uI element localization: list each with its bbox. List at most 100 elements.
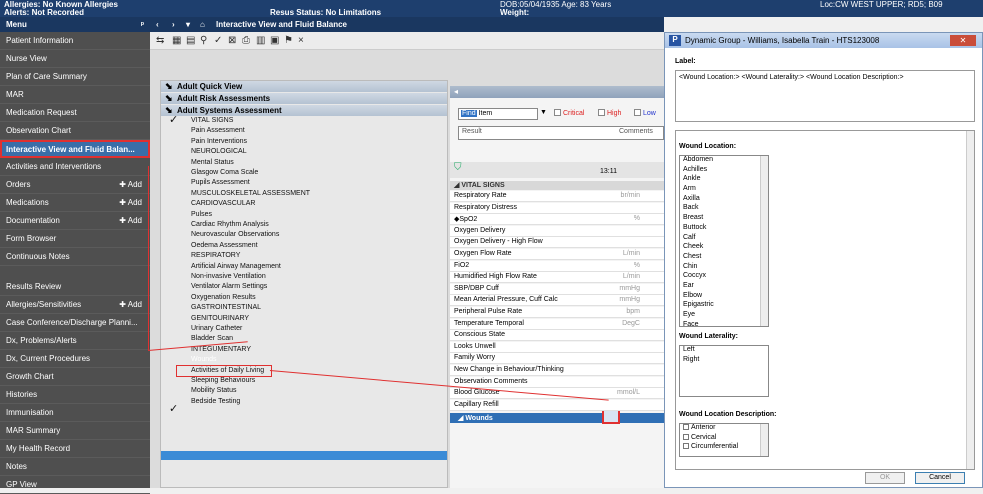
tree-item[interactable]: VITAL SIGNS	[191, 117, 233, 124]
list-option[interactable]: Abdomen	[680, 156, 768, 166]
vital-row[interactable]: Peripheral Pulse Rate bpm	[450, 307, 664, 318]
vital-row[interactable]: Temperature Temporal DegC	[450, 318, 664, 330]
table-icon[interactable]: ▤	[186, 35, 195, 46]
vital-row[interactable]: SBP/DBP Cuff mmHg	[450, 283, 664, 295]
list-option[interactable]: Left	[680, 346, 768, 356]
sidebar-item[interactable]: Dx, Problems/Alerts	[0, 332, 150, 350]
check-icon[interactable]: ✓	[214, 35, 222, 46]
tree-item[interactable]: Pulses	[191, 211, 212, 218]
wounds-row[interactable]: ◢ Wounds	[450, 413, 664, 423]
tree-item[interactable]: Pain Assessment	[191, 127, 245, 134]
sidebar-item[interactable]: My Health Record	[0, 440, 150, 458]
tree-item[interactable]: Pain Interventions	[191, 138, 247, 145]
checkbox[interactable]	[683, 443, 689, 450]
tree-item[interactable]: CARDIOVASCULAR	[191, 200, 255, 207]
band-quick-view[interactable]: ⬊ Adult Quick View	[161, 81, 447, 92]
list-scrollbar[interactable]	[760, 156, 768, 326]
sidebar-item[interactable]: Patient Information	[0, 32, 150, 50]
list-option[interactable]: Buttock	[680, 224, 768, 234]
tree-item[interactable]: Pupils Assessment	[191, 179, 250, 186]
list-option[interactable]: Eye	[680, 311, 768, 321]
tree-item[interactable]: GASTROINTESTINAL	[191, 304, 261, 311]
find-item-input[interactable]: Find Item	[458, 108, 538, 120]
grid-icon[interactable]: ▦	[172, 35, 181, 46]
cancel-button[interactable]: Cancel	[915, 472, 965, 484]
band-risk[interactable]: ⬊ Adult Risk Assessments	[161, 93, 447, 104]
sidebar-item[interactable]: Plan of Care Summary	[0, 68, 150, 86]
tree-item[interactable]: GENITOURINARY	[191, 315, 249, 322]
vital-row[interactable]: Oxygen Delivery - High Flow	[450, 237, 664, 249]
add-button[interactable]: ✚ Add	[119, 180, 142, 189]
tree-item[interactable]: Sleeping Behaviours	[191, 377, 255, 384]
sidebar-item[interactable]: Histories	[0, 386, 150, 404]
vital-row[interactable]: Respiratory Distress	[450, 202, 664, 214]
list-option[interactable]: Axilla	[680, 195, 768, 205]
ok-button[interactable]: OK	[865, 472, 905, 484]
tree-item[interactable]: Neurovascular Observations	[191, 231, 279, 238]
sidebar-item[interactable]: Nurse View	[0, 50, 150, 68]
sidebar-item[interactable]: Notes	[0, 458, 150, 476]
critical-filter[interactable]: Critical	[554, 109, 584, 117]
vital-row[interactable]: Looks Unwell	[450, 341, 664, 353]
vital-row[interactable]: FiO2%	[450, 260, 664, 272]
checkbox[interactable]	[683, 424, 689, 430]
view-icon[interactable]: ▣	[270, 35, 279, 46]
sidebar-item[interactable]: Dx, Current Procedures	[0, 350, 150, 368]
vital-row[interactable]: Family Worry	[450, 353, 664, 365]
tree-item[interactable]: Cardiac Rhythm Analysis	[191, 221, 269, 228]
wound-location-list[interactable]: Abdomen Achilles Ankle Arm Axilla Back Breast B…	[679, 155, 769, 327]
sidebar-item[interactable]: Results Review	[0, 278, 150, 296]
arrange-icon[interactable]: ⇆	[156, 35, 164, 46]
sidebar-item[interactable]: Immunisation	[0, 404, 150, 422]
sidebar-item[interactable]: Growth Chart	[0, 368, 150, 386]
list-option[interactable]: Back	[680, 204, 768, 214]
vital-row[interactable]: Oxygen Flow Rate L/min	[450, 249, 664, 260]
high-filter[interactable]: High	[598, 109, 621, 117]
tree-item[interactable]: Bladder Scan	[191, 335, 233, 342]
list-option[interactable]: Coccyx	[680, 272, 768, 282]
vital-row[interactable]: Respiratory Rate br/min	[450, 191, 664, 202]
sidebar-item[interactable]: Allergies/Sensitivities ✚ Add	[0, 296, 150, 314]
sidebar-item[interactable]: MAR	[0, 86, 150, 104]
checkbox[interactable]	[683, 433, 689, 440]
add-button[interactable]: ✚ Add	[119, 300, 142, 309]
list-option[interactable]: Anterior	[680, 424, 768, 434]
tree-item[interactable]: Ventilator Alarm Settings	[191, 283, 267, 290]
tree-item[interactable]: Glasgow Coma Scale	[191, 169, 258, 176]
vital-row[interactable]: Observation Comments	[450, 376, 664, 388]
vital-row[interactable]: Mean Arterial Pressure, Cuff Calc mmHg	[450, 295, 664, 307]
list-scrollbar[interactable]	[760, 424, 768, 456]
vital-row[interactable]: Capillary Refill	[450, 399, 664, 411]
tree-item[interactable]: Non-invasive Ventilation	[191, 273, 266, 280]
home-icon[interactable]: ⌂	[200, 20, 205, 29]
tree-item[interactable]: NEUROLOGICAL	[191, 148, 247, 155]
list-option[interactable]: Face	[680, 321, 768, 326]
tree-item[interactable]: Wounds	[191, 356, 217, 363]
sidebar-item[interactable]: MAR Summary	[0, 422, 150, 440]
flag-icon[interactable]: ⚑	[284, 35, 293, 46]
tree-item[interactable]: MUSCULOSKELETAL ASSESSMENT	[191, 190, 310, 197]
sidebar-item[interactable]: GP View	[0, 476, 150, 494]
sidebar-item[interactable]: Medication Request	[0, 104, 150, 122]
vital-row[interactable]: Humidified High Flow Rate L/min	[450, 272, 664, 284]
close-button[interactable]: ✕	[950, 35, 976, 46]
print-icon[interactable]: ⎙	[242, 35, 250, 46]
sidebar-item[interactable]: Activities and Interventions	[0, 158, 150, 176]
list-option[interactable]: Arm	[680, 185, 768, 195]
list-option[interactable]: Ankle	[680, 175, 768, 185]
vital-row[interactable]: Oxygen Delivery	[450, 225, 664, 237]
low-filter[interactable]: Low	[634, 109, 656, 117]
tree-item[interactable]: Oedema Assessment	[191, 242, 258, 249]
list-option[interactable]: Circumferential	[680, 443, 768, 453]
sidebar-item[interactable]: Observation Chart	[0, 122, 150, 140]
dialog-scrollbar[interactable]	[966, 131, 974, 469]
band-systems[interactable]: ⬊ Adult Systems Assessment	[161, 105, 447, 116]
list-option[interactable]: Right	[680, 356, 768, 366]
sidebar-item[interactable]: Form Browser	[0, 230, 150, 248]
list-option[interactable]: Calf	[680, 234, 768, 244]
add-button[interactable]: ✚ Add	[119, 216, 142, 225]
sidebar-item[interactable]: Continuous Notes	[0, 248, 150, 266]
list-option[interactable]: Ear	[680, 282, 768, 292]
vital-row[interactable]: ◆SpO2%	[450, 214, 664, 226]
vital-signs-header[interactable]: ◢ VITAL SIGNS	[450, 181, 664, 190]
